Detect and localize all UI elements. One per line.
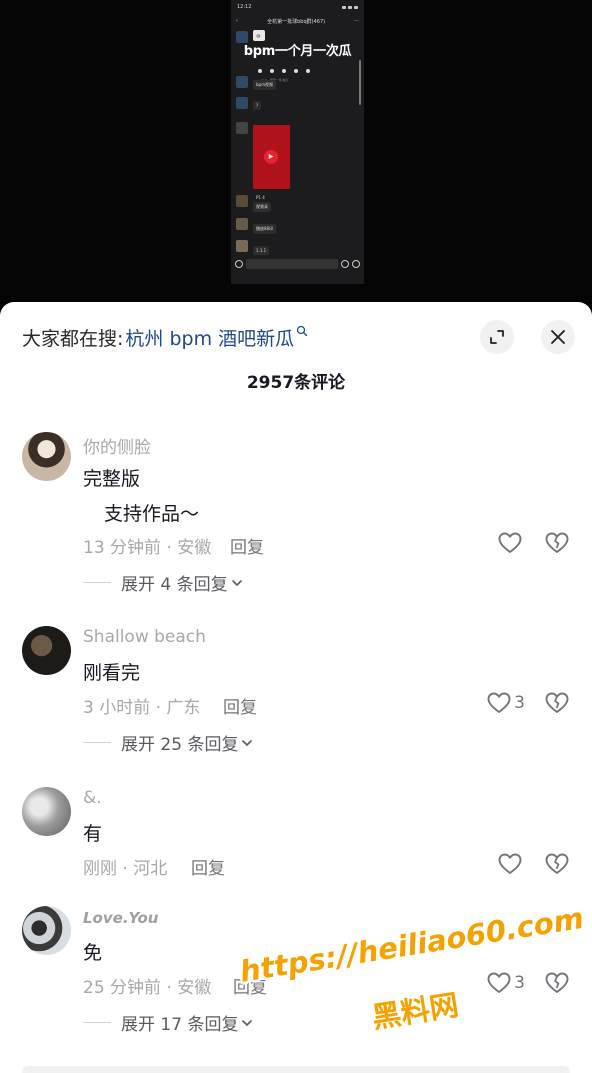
comment-meta: 25 分钟前 · 安徽 — [83, 978, 212, 998]
dislike-button[interactable] — [543, 688, 571, 718]
avatar[interactable] — [22, 787, 71, 836]
like-button[interactable]: 3 — [477, 968, 525, 998]
comment-username[interactable]: Shallow beach — [83, 627, 206, 647]
reply-button[interactable]: 回复 — [191, 854, 225, 879]
video-avatar — [236, 97, 248, 109]
like-count: 3 — [514, 973, 525, 993]
fullscreen-button[interactable] — [480, 320, 514, 354]
broken-heart-icon — [545, 532, 569, 553]
video-message: bpm视频 — [253, 80, 276, 90]
video-status-icons — [342, 5, 358, 9]
video-message: P1 4 — [256, 195, 265, 200]
video-preview[interactable]: 12:12 ‹ 全杭第一批球bbq群(467) ··· @. bpm一个月一次瓜… — [0, 0, 592, 302]
like-button[interactable] — [477, 849, 525, 879]
close-button[interactable] — [541, 320, 575, 354]
video-chat-header: ‹ 全杭第一批球bbq群(467) ··· — [231, 14, 364, 28]
comment-username[interactable]: 你的侧脸 — [83, 433, 151, 458]
play-icon: ▶ — [264, 150, 278, 164]
comment-meta: 刚刚 · 河北 — [83, 859, 168, 879]
video-banner-text: bpm一个月一次瓜 — [243, 44, 352, 59]
expand-divider — [83, 742, 111, 743]
video-chat-field — [246, 259, 338, 269]
close-icon — [551, 330, 565, 344]
plus-icon — [352, 260, 360, 268]
like-count: 3 — [514, 693, 525, 713]
trending-search-term[interactable]: 杭州 bpm 酒吧新瓜 — [125, 324, 294, 351]
avatar[interactable] — [22, 626, 71, 675]
video-message: 1.1.1 — [253, 246, 270, 255]
comment-input-bar[interactable] — [22, 1066, 570, 1073]
heart-icon — [487, 972, 511, 993]
comment-text-line2: 支持作品～ — [104, 503, 200, 525]
avatar[interactable] — [22, 906, 71, 955]
video-phone-frame: 12:12 ‹ 全杭第一批球bbq群(467) ··· @. bpm一个月一次瓜… — [231, 0, 364, 284]
comment-username[interactable]: &. — [83, 788, 102, 808]
comment-text: 有 — [83, 823, 103, 845]
expand-replies-button[interactable]: 展开 25 条回复 — [83, 730, 253, 755]
chevron-down-icon — [242, 1019, 253, 1026]
heart-icon — [487, 692, 511, 713]
comment-count: 2957条评论 — [246, 373, 346, 393]
video-message: ? — [253, 101, 262, 110]
expand-replies-button[interactable]: 展开 4 条回复 — [83, 570, 243, 595]
video-avatar — [236, 76, 248, 88]
video-avatar — [236, 195, 248, 207]
expand-icon — [490, 330, 504, 344]
like-button[interactable] — [477, 528, 525, 558]
emoji-icon — [341, 260, 349, 268]
trending-search[interactable]: 大家都在搜: 杭州 bpm 酒吧新瓜 — [22, 322, 308, 352]
expand-divider — [83, 1022, 111, 1023]
broken-heart-icon — [545, 972, 569, 993]
trending-search-label: 大家都在搜: — [22, 327, 124, 350]
chevron-down-icon — [231, 579, 242, 586]
expand-replies-button[interactable]: 展开 17 条回复 — [83, 1010, 253, 1035]
expand-divider — [83, 582, 111, 583]
video-message: 视频录 — [253, 202, 271, 212]
voice-icon — [235, 260, 243, 268]
video-message: 播放88印 — [253, 224, 277, 234]
comment-meta: 13 分钟前 · 安徽 — [83, 538, 212, 558]
comment-text: 刚看完 — [83, 662, 141, 684]
broken-heart-icon — [545, 853, 569, 874]
video-more-icon: ··· — [354, 18, 359, 24]
expand-replies-label: 展开 25 条回复 — [121, 735, 239, 755]
comment-username[interactable]: Love.You — [83, 909, 158, 927]
broken-heart-icon — [545, 692, 569, 713]
heart-icon — [498, 853, 522, 874]
video-chat-input — [231, 256, 364, 272]
expand-replies-label: 展开 17 条回复 — [121, 1015, 239, 1035]
avatar[interactable] — [22, 432, 71, 481]
comment-meta: 3 小时前 · 广东 — [83, 698, 201, 718]
video-status-time: 12:12 — [237, 4, 252, 10]
video-thumbnail: ▶ — [253, 125, 290, 189]
video-avatar — [236, 122, 248, 134]
video-avatar — [236, 240, 248, 252]
reply-button[interactable]: 回复 — [223, 693, 257, 718]
dislike-button[interactable] — [543, 849, 571, 879]
comment-text: 完整版 — [83, 468, 141, 490]
video-emoji-row — [258, 69, 310, 73]
dislike-button[interactable] — [543, 528, 571, 558]
search-icon — [296, 325, 308, 337]
dislike-button[interactable] — [543, 968, 571, 998]
chevron-down-icon — [242, 739, 253, 746]
like-button[interactable]: 3 — [477, 688, 525, 718]
expand-replies-label: 展开 4 条回复 — [121, 575, 228, 595]
comment-text: 免 — [83, 942, 103, 964]
video-chat-title: 全杭第一批球bbq群(467) — [267, 18, 326, 25]
video-scrollbar — [359, 60, 361, 105]
video-status-bar: 12:12 — [231, 0, 364, 14]
video-avatar — [236, 218, 248, 230]
heart-icon — [498, 532, 522, 553]
reply-button[interactable]: 回复 — [230, 533, 264, 558]
